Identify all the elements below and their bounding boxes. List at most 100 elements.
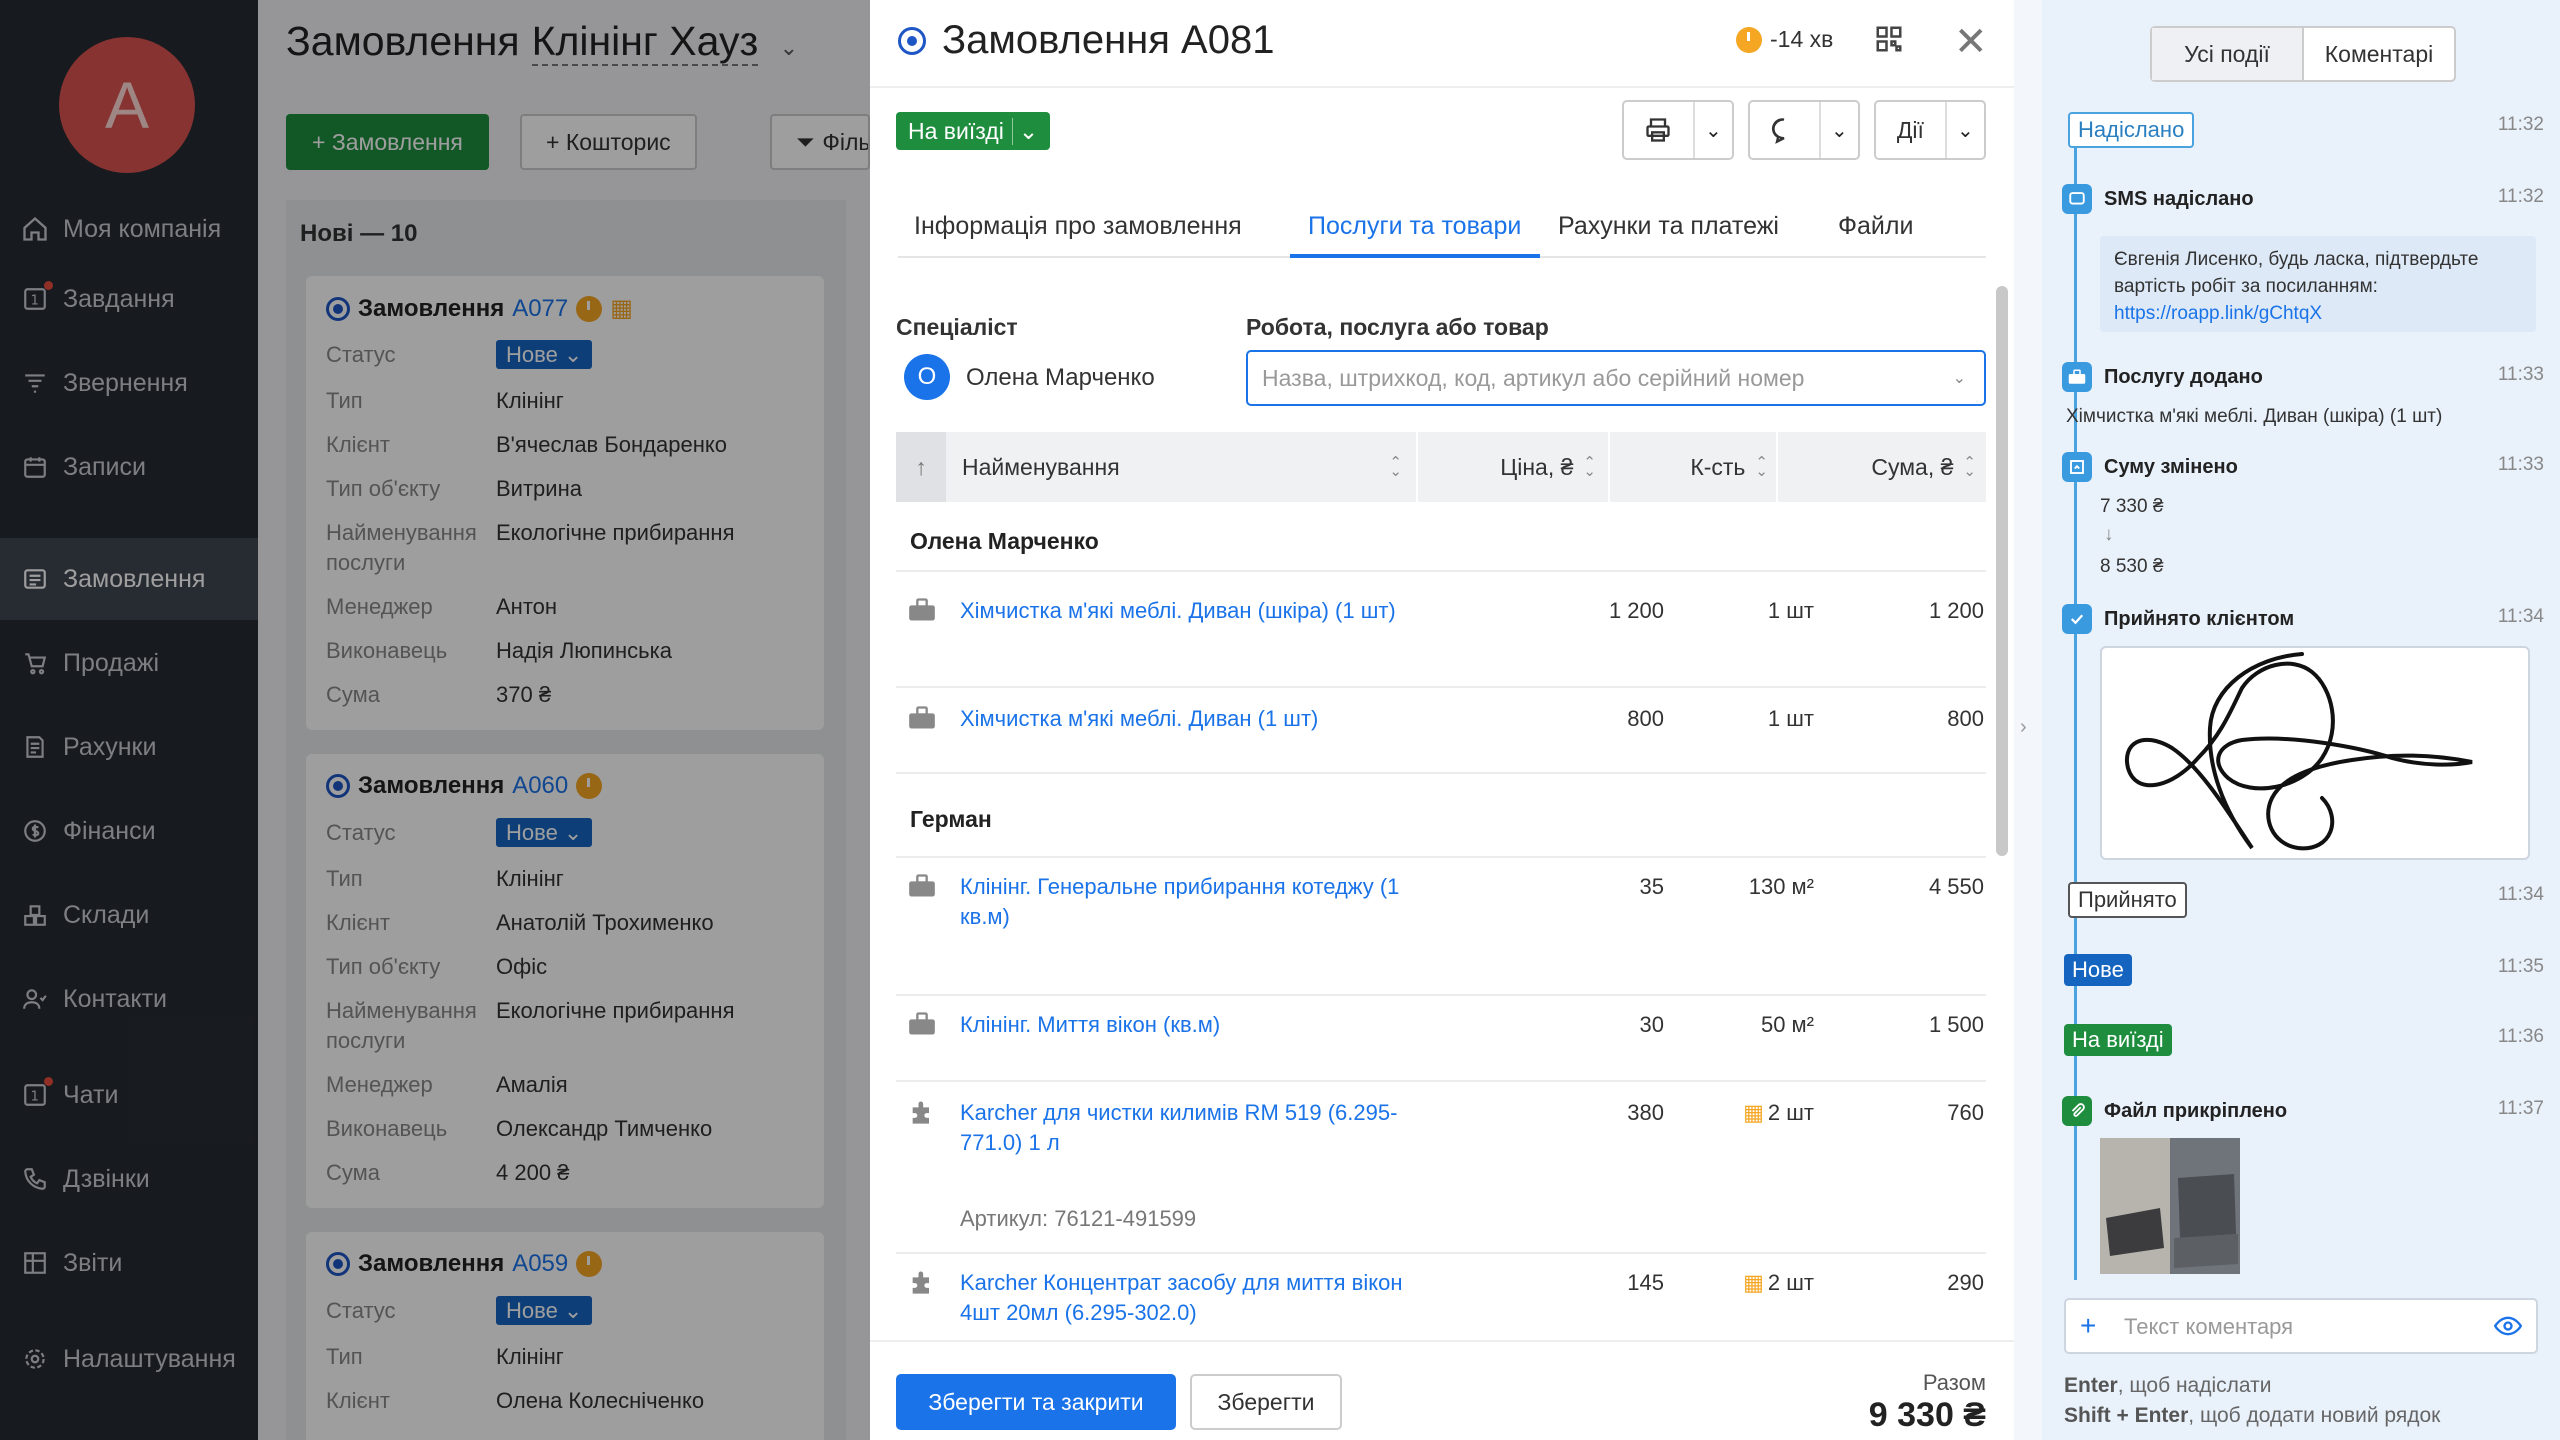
message-button[interactable]: ⌄ — [1748, 100, 1860, 160]
item-link[interactable]: Клінінг. Генеральне прибирання котеджу (… — [960, 872, 1430, 932]
boxes-icon: ▦ — [1743, 1100, 1764, 1125]
tab-comments[interactable]: Коментарі — [2304, 28, 2454, 80]
item-link[interactable]: Karcher для чистки килимів RM 519 (6.295… — [960, 1098, 1430, 1158]
work-label: Робота, послуга або товар — [1246, 314, 1549, 340]
actions-button[interactable]: Дії ⌄ — [1874, 100, 1986, 160]
item-link[interactable]: Хімчистка м'які меблі. Диван (шкіра) (1 … — [960, 596, 1430, 626]
panel-toggle[interactable]: › — [2014, 0, 2042, 1440]
orders-icon — [20, 564, 50, 594]
close-icon[interactable]: ✕ — [1954, 22, 1988, 62]
order-timer: -14 хв — [1736, 26, 1833, 53]
status-badge[interactable]: Нове ⌄ — [496, 818, 593, 847]
nav-finance[interactable]: Фінанси — [0, 790, 258, 872]
item-link[interactable]: Karcher Концентрат засобу для миття віко… — [960, 1268, 1430, 1328]
item-link[interactable]: Клінінг. Миття вікон (кв.м) — [960, 1010, 1430, 1040]
chevron-down-icon[interactable]: ⌄ — [780, 35, 798, 60]
service-added-icon — [2062, 362, 2092, 392]
comment-box[interactable]: + — [2064, 1298, 2538, 1354]
board-title: Замовлення Клінінг Хауз ⌄ — [286, 18, 799, 66]
sms-icon — [2062, 184, 2092, 214]
order-card[interactable]: Замовлення A077 ▦ Статус Нове ⌄ Тип Клінінг … — [306, 276, 824, 730]
chevron-down-icon: ⌄ — [1956, 119, 1974, 142]
order-card[interactable]: Замовлення A060 Статус Нове ⌄ Тип Клінінг К… — [306, 754, 824, 1208]
nav-requests[interactable]: Звернення — [0, 342, 258, 424]
user-avatar[interactable]: A — [59, 37, 195, 173]
nav-settings[interactable]: Налаштування — [0, 1318, 258, 1400]
filter-icon: ⏷ — [796, 128, 815, 155]
status-badge[interactable]: Нове ⌄ — [496, 1296, 593, 1325]
save-button[interactable]: Зберегти — [1190, 1374, 1342, 1430]
nav-chats[interactable]: 1 Чати — [0, 1054, 258, 1136]
sort-icon: ⌃ ⌄ — [1963, 454, 1976, 480]
add-estimate-button[interactable]: + Кошторис — [520, 114, 697, 170]
print-button[interactable]: ⌄ — [1622, 100, 1734, 160]
total-value: 9 330 ₴ — [1868, 1396, 1986, 1434]
tab-order-info[interactable]: Інформація про замовлення — [914, 212, 1242, 241]
orders-board: Замовлення Клінінг Хауз ⌄ + Замовлення + … — [258, 0, 870, 1440]
nav-invoices[interactable]: Рахунки — [0, 706, 258, 788]
filter-button[interactable]: ⏷Фільтр — [770, 114, 870, 170]
item-search-input[interactable] — [1262, 362, 1942, 394]
boxes-icon: ▦ — [610, 295, 633, 322]
scrollbar[interactable] — [1996, 286, 2008, 856]
client-signature[interactable] — [2100, 646, 2530, 860]
status-ring-icon — [898, 26, 926, 55]
nav-reports[interactable]: Звіти — [0, 1222, 258, 1304]
sort-up-icon[interactable]: ↑ — [896, 432, 946, 502]
plus-icon[interactable]: + — [2080, 1310, 2096, 1342]
sort-icon: ⌃ ⌄ — [1389, 454, 1402, 480]
specialist-avatar[interactable]: О — [904, 354, 950, 400]
dollar-icon — [20, 816, 50, 846]
attached-photo[interactable] — [2100, 1138, 2240, 1274]
nav-tasks[interactable]: 1 Завдання — [0, 258, 258, 340]
sidebar: A Моя компанія 1 Завдання Звернення Запи… — [0, 0, 258, 1440]
order-title: Замовлення A081 — [898, 18, 1274, 63]
clock-icon — [1736, 26, 1762, 53]
order-modal: Замовлення A081 -14 хв ✕ На виїзді ⌄ ⌄ ⌄ … — [870, 0, 2014, 1440]
chevron-down-icon: ⌄ — [1011, 117, 1038, 145]
column-title: Нові — 10 — [300, 220, 418, 247]
nav-calls[interactable]: Дзвінки — [0, 1138, 258, 1220]
check-icon — [2062, 604, 2092, 634]
status-chip: Нове — [2064, 954, 2132, 986]
col-qty[interactable]: К-сть ⌃ ⌄ — [1616, 432, 1768, 502]
eye-icon[interactable] — [2493, 1314, 2523, 1343]
arrow-down-icon: ↓ — [2104, 524, 2114, 545]
paperclip-icon — [2062, 1096, 2092, 1126]
tab-services-goods[interactable]: Послуги та товари — [1308, 212, 1521, 241]
calendar-icon — [20, 452, 50, 482]
service-icon — [908, 1012, 936, 1036]
nav-sales[interactable]: Продажі — [0, 622, 258, 704]
column-new: Нові — 10 Замовлення A077 ▦ Статус Нове ⌄ Т… — [286, 200, 846, 1440]
hint-newline: Shift + Enter, щоб додати новий рядок — [2064, 1404, 2441, 1427]
status-badge[interactable]: Нове ⌄ — [496, 340, 593, 369]
nav-contacts[interactable]: Контакти — [0, 958, 258, 1040]
total-label: Разом — [1922, 1370, 1986, 1395]
hint-send: Enter, щоб надіслати — [2064, 1374, 2272, 1397]
item-search[interactable]: ⌄ — [1246, 350, 1986, 406]
status-ring-icon — [326, 774, 350, 798]
save-and-close-button[interactable]: Зберегти та закрити — [896, 1374, 1176, 1430]
chevron-down-icon[interactable]: ⌄ — [1953, 368, 1966, 388]
company-selector[interactable]: Клінінг Хауз — [531, 18, 759, 66]
clock-icon — [576, 1251, 603, 1277]
tab-files[interactable]: Файли — [1838, 212, 1913, 241]
tab-all-events[interactable]: Усі події — [2152, 28, 2304, 80]
specialist-label: Спеціаліст — [896, 314, 1018, 340]
nav-orders[interactable]: Замовлення — [0, 538, 258, 620]
group-title: Олена Марченко — [910, 528, 1099, 554]
order-card[interactable]: Замовлення A059 Статус Нове ⌄ Тип Клінінг К… — [306, 1232, 824, 1440]
nav-appointments[interactable]: Записи — [0, 426, 258, 508]
item-link[interactable]: Хімчистка м'які меблі. Диван (1 шт) — [960, 704, 1430, 734]
comment-input[interactable] — [2124, 1312, 2484, 1342]
tab-invoices-payments[interactable]: Рахунки та платежі — [1558, 212, 1779, 241]
sms-link[interactable]: https://roapp.link/gChtqX — [2114, 300, 2522, 327]
col-sum[interactable]: Сума, ₴ ⌃ ⌄ — [1786, 432, 1976, 502]
nav-warehouses[interactable]: Склади — [0, 874, 258, 956]
specialist-name[interactable]: Олена Марченко — [966, 364, 1155, 392]
col-price[interactable]: Ціна, ₴ ⌃ ⌄ — [1426, 432, 1596, 502]
qr-code-icon[interactable] — [1874, 24, 1904, 54]
col-name[interactable]: Найменування ⌃ ⌄ — [962, 432, 1402, 502]
order-status-dropdown[interactable]: На виїзді ⌄ — [896, 112, 1051, 150]
add-order-button[interactable]: + Замовлення — [286, 114, 489, 170]
